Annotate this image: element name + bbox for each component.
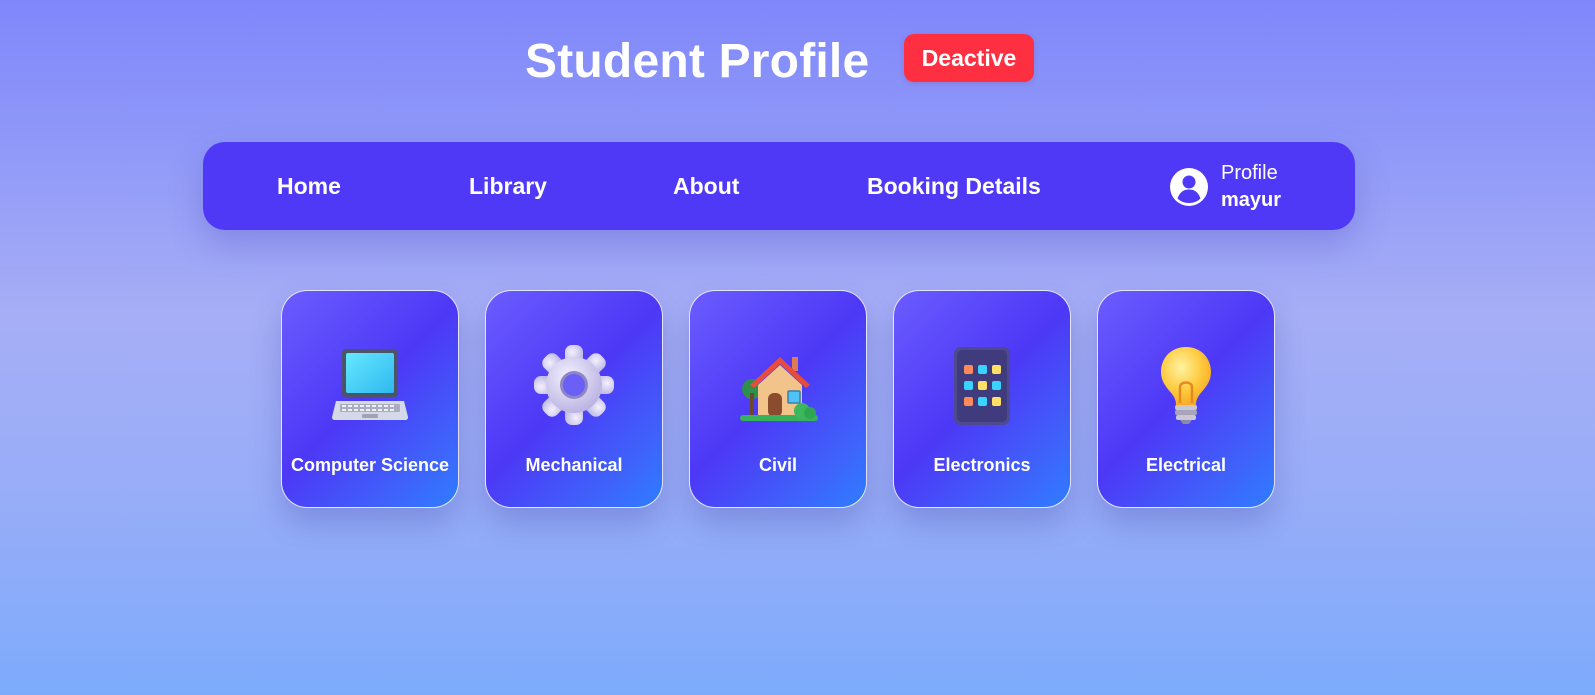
department-card-electrical[interactable]: Electrical (1097, 290, 1275, 508)
gear-icon (532, 343, 616, 427)
department-label: Mechanical (525, 455, 623, 475)
laptop-icon (328, 343, 412, 427)
department-label: Electrical (1145, 455, 1227, 475)
department-card-mechanical[interactable]: Mechanical (485, 290, 663, 508)
lightbulb-icon (1144, 343, 1228, 427)
profile-text: Profile mayur (1221, 160, 1281, 214)
department-card-electronics[interactable]: Electronics (893, 290, 1071, 508)
device-keypad-icon (940, 343, 1024, 427)
department-card-civil[interactable]: Civil (689, 290, 867, 508)
department-label: Electronics (933, 455, 1031, 475)
profile-menu[interactable]: Profile mayur (1169, 160, 1281, 214)
department-card-computer-science[interactable]: Computer Science (281, 290, 459, 508)
department-label: Civil (758, 455, 797, 475)
profile-username: mayur (1221, 189, 1282, 211)
nav-item-about[interactable]: About (673, 142, 739, 230)
nav-item-home[interactable]: Home (277, 142, 341, 230)
profile-label: Profile (1221, 162, 1278, 184)
nav-item-library[interactable]: Library (469, 142, 547, 230)
department-cards: Computer Science Mechanical Civil Electr… (281, 290, 1281, 510)
house-icon (736, 343, 820, 427)
page-title: Student Profile (525, 35, 870, 88)
nav-item-booking-details[interactable]: Booking Details (867, 142, 1041, 230)
status-badge[interactable]: Deactive (904, 34, 1034, 82)
main-navbar: Home Library About Booking Details Profi… (203, 142, 1355, 230)
user-circle-icon (1169, 167, 1209, 207)
department-label: Computer Science (290, 455, 450, 475)
page-header: Student Profile Deactive (0, 28, 1595, 92)
